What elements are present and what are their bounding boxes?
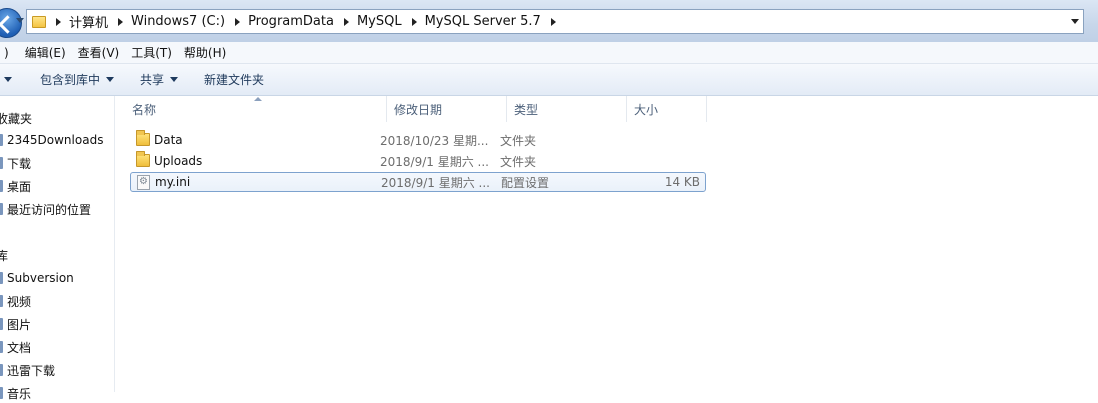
folder-icon	[32, 15, 46, 28]
share-button[interactable]: 共享	[140, 71, 179, 88]
file-size: 14 KB	[664, 175, 700, 189]
new-folder-button[interactable]: 新建文件夹	[204, 71, 264, 88]
nav-item-desktop[interactable]: 桌面	[0, 176, 31, 196]
column-header-label: 大小	[634, 102, 659, 117]
column-header-label: 名称	[132, 102, 157, 117]
column-header-label: 类型	[514, 102, 539, 117]
nav-item-label: 文档	[7, 340, 32, 355]
nav-item-pictures[interactable]: 图片	[0, 314, 31, 334]
include-in-library-button[interactable]: 包含到库中	[40, 71, 115, 88]
file-row-data[interactable]: Data 2018/10/23 星期... 文件夹	[130, 130, 706, 150]
nav-item-thunder-downloads[interactable]: 迅雷下载	[0, 360, 55, 380]
file-type: 文件夹	[500, 154, 537, 169]
menu-file-partial[interactable]: )	[0, 46, 19, 60]
file-date: 2018/9/1 星期六 ...	[381, 175, 490, 190]
column-header-type[interactable]: 类型	[507, 96, 627, 122]
chevron-right-icon[interactable]	[235, 17, 241, 26]
pictures-icon	[0, 318, 3, 330]
file-row-my-ini[interactable]: my.ini 2018/9/1 星期六 ... 配置设置 14 KB	[130, 172, 706, 192]
file-name: my.ini	[155, 175, 191, 189]
address-toolbar: 计算机 Windows7 (C:) ProgramData MySQL MySQ…	[0, 0, 1098, 42]
nav-item-label: 2345Downloads	[7, 133, 104, 147]
breadcrumb-label[interactable]: ProgramData	[248, 14, 334, 29]
file-name: Data	[154, 133, 183, 147]
breadcrumb-label[interactable]: MySQL Server 5.7	[425, 14, 541, 29]
file-list-view[interactable]: 名称 修改日期 类型 大小 Data 2018/10/23 星期... 文件夹 …	[116, 96, 1098, 392]
nav-header-label: 收藏夹	[0, 111, 33, 126]
chevron-right-icon[interactable]	[343, 17, 349, 26]
ini-file-icon	[137, 175, 150, 190]
menu-tools[interactable]: 工具(T)	[125, 44, 178, 61]
nav-item-recent-places[interactable]: 最近访问的位置	[0, 199, 91, 219]
navigation-pane: 收藏夹 2345Downloads 下载 桌面 最近访问的位置 库 Subver…	[0, 96, 115, 401]
downloads-icon	[0, 157, 3, 169]
breadcrumb-label[interactable]: Windows7 (C:)	[131, 14, 225, 29]
file-row-uploads[interactable]: Uploads 2018/9/1 星期六 ... 文件夹	[130, 151, 706, 171]
breadcrumb-drive[interactable]: Windows7 (C:)	[108, 10, 225, 33]
nav-item-label: 图片	[7, 317, 32, 332]
column-header-label: 修改日期	[394, 102, 443, 117]
nav-favorites-header[interactable]: 收藏夹	[0, 108, 32, 128]
nav-item-documents[interactable]: 文档	[0, 337, 31, 357]
nav-item-downloads[interactable]: 下载	[0, 153, 31, 173]
chevron-right-icon[interactable]	[56, 17, 61, 26]
chevron-down-icon	[170, 77, 179, 82]
nav-item-label: 最近访问的位置	[7, 202, 92, 217]
breadcrumb-mysql-server[interactable]: MySQL Server 5.7	[402, 10, 564, 33]
breadcrumb-mysql[interactable]: MySQL	[334, 10, 402, 33]
breadcrumb-label[interactable]: MySQL	[357, 14, 402, 29]
nav-item-label: 音乐	[7, 386, 32, 401]
column-header-size[interactable]: 大小	[627, 96, 707, 122]
file-type: 配置设置	[501, 175, 550, 190]
recent-places-icon	[0, 203, 3, 215]
chevron-right-icon[interactable]	[118, 17, 124, 26]
command-bar: 包含到库中 共享 新建文件夹	[0, 64, 1098, 96]
chevron-right-icon[interactable]	[411, 17, 417, 26]
file-type: 文件夹	[500, 133, 537, 148]
menu-edit[interactable]: 编辑(E)	[19, 44, 72, 61]
menu-bar: ) 编辑(E) 查看(V) 工具(T) 帮助(H)	[0, 42, 1098, 64]
recent-pages-dropdown-icon[interactable]	[16, 18, 24, 23]
nav-item-videos[interactable]: 视频	[0, 291, 31, 311]
library-icon	[0, 272, 3, 284]
videos-icon	[0, 295, 3, 307]
address-bar[interactable]: 计算机 Windows7 (C:) ProgramData MySQL MySQ…	[26, 9, 1084, 34]
menu-help[interactable]: 帮助(H)	[178, 44, 232, 61]
nav-item-label: 迅雷下载	[7, 363, 56, 378]
file-name: Uploads	[154, 154, 203, 168]
chevron-right-icon[interactable]	[550, 17, 556, 26]
breadcrumb-programdata[interactable]: ProgramData	[225, 10, 334, 33]
nav-item-music[interactable]: 音乐	[0, 383, 31, 403]
new-folder-label: 新建文件夹	[204, 73, 265, 87]
organize-dropdown-icon[interactable]	[4, 77, 12, 82]
nav-item-subversion[interactable]: Subversion	[0, 268, 74, 288]
nav-header-label: 库	[0, 248, 9, 263]
nav-item-2345downloads[interactable]: 2345Downloads	[0, 130, 103, 150]
nav-item-label: Subversion	[7, 271, 74, 285]
back-button[interactable]	[0, 8, 22, 38]
music-icon	[0, 387, 3, 399]
menu-view[interactable]: 查看(V)	[72, 44, 126, 61]
column-header-name[interactable]: 名称	[116, 96, 387, 122]
file-date: 2018/9/1 星期六 ...	[380, 154, 489, 169]
downloads-icon	[0, 364, 3, 376]
folder-icon	[0, 134, 3, 146]
nav-libraries-header[interactable]: 库	[0, 245, 8, 265]
nav-item-label: 视频	[7, 294, 32, 309]
file-date: 2018/10/23 星期...	[380, 133, 489, 148]
folder-icon	[136, 151, 150, 167]
documents-icon	[0, 341, 3, 353]
column-header-date[interactable]: 修改日期	[387, 96, 507, 122]
folder-icon	[136, 130, 150, 146]
nav-item-label: 下载	[7, 156, 32, 171]
nav-item-label: 桌面	[7, 179, 32, 194]
breadcrumb-label[interactable]: 计算机	[69, 12, 108, 31]
desktop-icon	[0, 180, 3, 192]
share-label: 共享	[140, 73, 165, 87]
chevron-down-icon	[106, 77, 115, 82]
breadcrumb-computer[interactable]: 计算机	[46, 10, 108, 33]
include-in-library-label: 包含到库中	[40, 73, 101, 87]
address-history-dropdown-icon[interactable]	[1071, 19, 1079, 24]
